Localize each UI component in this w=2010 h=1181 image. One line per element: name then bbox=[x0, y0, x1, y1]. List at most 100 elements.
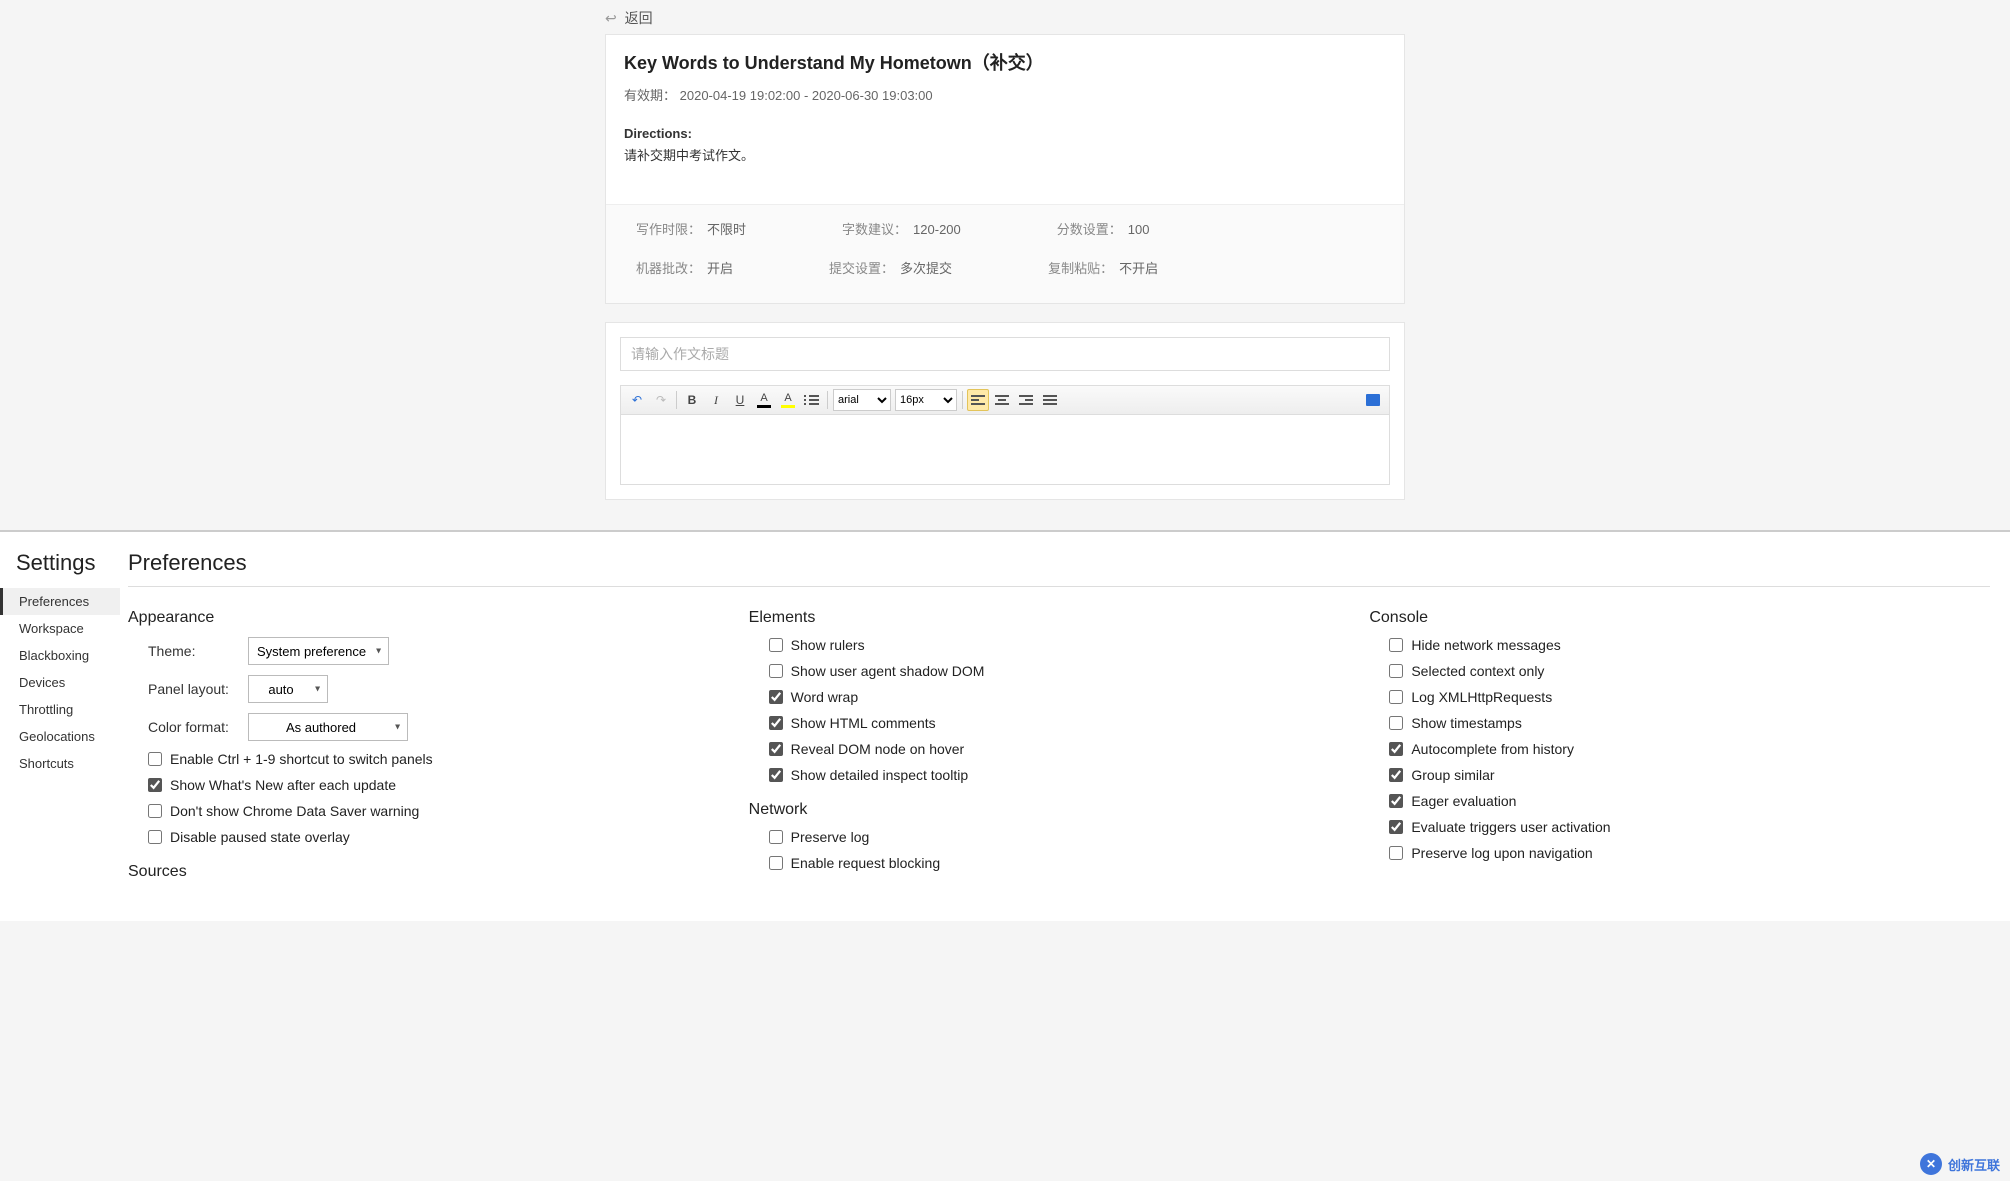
appearance-checkbox-label[interactable]: Disable paused state overlay bbox=[148, 829, 350, 845]
elements-row: Show HTML comments bbox=[769, 715, 1340, 731]
console-checkbox-text: Hide network messages bbox=[1411, 637, 1560, 653]
meta-item: 复制粘贴：不开启 bbox=[1048, 258, 1206, 287]
elements-checkbox[interactable] bbox=[769, 638, 783, 652]
align-right-button[interactable] bbox=[1015, 389, 1037, 411]
console-checkbox-label[interactable]: Show timestamps bbox=[1389, 715, 1521, 731]
console-checkbox[interactable] bbox=[1389, 664, 1403, 678]
fullscreen-button[interactable] bbox=[1362, 389, 1384, 411]
assignment-meta: 写作时限：不限时字数建议：120-200分数设置：100机器批改：开启提交设置：… bbox=[606, 204, 1404, 303]
meta-value: 多次提交 bbox=[900, 258, 952, 277]
meta-item: 写作时限：不限时 bbox=[636, 219, 794, 248]
elements-checkbox[interactable] bbox=[769, 664, 783, 678]
console-row: Autocomplete from history bbox=[1389, 741, 1960, 757]
appearance-row: Enable Ctrl + 1-9 shortcut to switch pan… bbox=[148, 751, 719, 767]
elements-checkbox-label[interactable]: Show user agent shadow DOM bbox=[769, 663, 985, 679]
align-justify-button[interactable] bbox=[1039, 389, 1061, 411]
console-checkbox-label[interactable]: Log XMLHttpRequests bbox=[1389, 689, 1552, 705]
elements-checkbox-label[interactable]: Show rulers bbox=[769, 637, 865, 653]
font-color-button[interactable]: A bbox=[753, 389, 775, 411]
console-checkbox-label[interactable]: Autocomplete from history bbox=[1389, 741, 1574, 757]
settings-nav-workspace[interactable]: Workspace bbox=[0, 615, 120, 642]
bold-button[interactable]: B bbox=[681, 389, 703, 411]
console-checkbox[interactable] bbox=[1389, 638, 1403, 652]
console-checkbox-label[interactable]: Hide network messages bbox=[1389, 637, 1560, 653]
settings-nav-geolocations[interactable]: Geolocations bbox=[0, 723, 120, 750]
color-format-select[interactable]: As authored bbox=[248, 713, 408, 741]
elements-checkbox[interactable] bbox=[769, 690, 783, 704]
appearance-checkbox[interactable] bbox=[148, 804, 162, 818]
console-checkbox[interactable] bbox=[1389, 742, 1403, 756]
network-checkbox[interactable] bbox=[769, 856, 783, 870]
elements-checkbox[interactable] bbox=[769, 716, 783, 730]
align-center-button[interactable] bbox=[991, 389, 1013, 411]
elements-row: Reveal DOM node on hover bbox=[769, 741, 1340, 757]
redo-button[interactable]: ↷ bbox=[650, 389, 672, 411]
directions-block: Directions: 请补交期中考试作文。 bbox=[606, 126, 1404, 204]
appearance-row: Show What's New after each update bbox=[148, 777, 719, 793]
network-checkbox[interactable] bbox=[769, 830, 783, 844]
watermark: ✕ 创新互联 bbox=[1920, 1153, 2000, 1175]
essay-title-input[interactable] bbox=[620, 337, 1390, 371]
align-left-button[interactable] bbox=[967, 389, 989, 411]
settings-nav-preferences[interactable]: Preferences bbox=[0, 588, 120, 615]
elements-checkbox-text: Show detailed inspect tooltip bbox=[791, 767, 968, 783]
appearance-checkbox[interactable] bbox=[148, 830, 162, 844]
theme-select[interactable]: System preference bbox=[248, 637, 389, 665]
elements-checkbox-label[interactable]: Reveal DOM node on hover bbox=[769, 741, 965, 757]
elements-checkbox-label[interactable]: Show detailed inspect tooltip bbox=[769, 767, 968, 783]
elements-checkbox[interactable] bbox=[769, 742, 783, 756]
console-checkbox-text: Evaluate triggers user activation bbox=[1411, 819, 1610, 835]
list-button[interactable] bbox=[801, 389, 823, 411]
section-sources: Sources bbox=[128, 863, 719, 881]
appearance-checkbox[interactable] bbox=[148, 778, 162, 792]
undo-button[interactable]: ↶ bbox=[626, 389, 648, 411]
appearance-checkbox[interactable] bbox=[148, 752, 162, 766]
console-checkbox[interactable] bbox=[1389, 716, 1403, 730]
settings-nav-shortcuts[interactable]: Shortcuts bbox=[0, 750, 120, 777]
network-checkbox-label[interactable]: Preserve log bbox=[769, 829, 870, 845]
console-checkbox-label[interactable]: Evaluate triggers user activation bbox=[1389, 819, 1610, 835]
elements-checkbox[interactable] bbox=[769, 768, 783, 782]
console-checkbox-label[interactable]: Preserve log upon navigation bbox=[1389, 845, 1592, 861]
back-button[interactable]: ↩ 返回 bbox=[605, 0, 1405, 34]
console-checkbox-text: Show timestamps bbox=[1411, 715, 1521, 731]
network-row: Enable request blocking bbox=[769, 855, 1340, 871]
appearance-checkbox-label[interactable]: Show What's New after each update bbox=[148, 777, 396, 793]
console-checkbox[interactable] bbox=[1389, 690, 1403, 704]
console-checkbox-label[interactable]: Selected context only bbox=[1389, 663, 1544, 679]
console-checkbox[interactable] bbox=[1389, 794, 1403, 808]
console-checkbox-label[interactable]: Eager evaluation bbox=[1389, 793, 1516, 809]
network-checkbox-label[interactable]: Enable request blocking bbox=[769, 855, 940, 871]
editor-body[interactable] bbox=[620, 415, 1390, 485]
color-format-label: Color format: bbox=[148, 719, 238, 735]
meta-label: 分数设置： bbox=[1057, 219, 1122, 238]
toolbar-separator bbox=[676, 391, 677, 409]
divider bbox=[128, 586, 1990, 587]
underline-button[interactable]: U bbox=[729, 389, 751, 411]
assignment-title: Key Words to Understand My Hometown（补交） bbox=[624, 49, 1386, 75]
font-size-select[interactable]: 16px bbox=[895, 389, 957, 411]
console-checkbox[interactable] bbox=[1389, 768, 1403, 782]
settings-nav-throttling[interactable]: Throttling bbox=[0, 696, 120, 723]
settings-nav-devices[interactable]: Devices bbox=[0, 669, 120, 696]
elements-checkbox-label[interactable]: Show HTML comments bbox=[769, 715, 936, 731]
panel-layout-select[interactable]: auto bbox=[248, 675, 328, 703]
console-checkbox[interactable] bbox=[1389, 846, 1403, 860]
editor-toolbar: ↶ ↷ B I U A A arial 16px bbox=[620, 385, 1390, 415]
console-checkbox-text: Log XMLHttpRequests bbox=[1411, 689, 1552, 705]
section-elements: Elements bbox=[749, 609, 1340, 627]
italic-button[interactable]: I bbox=[705, 389, 727, 411]
settings-nav-blackboxing[interactable]: Blackboxing bbox=[0, 642, 120, 669]
console-checkbox-text: Preserve log upon navigation bbox=[1411, 845, 1592, 861]
bg-color-button[interactable]: A bbox=[777, 389, 799, 411]
font-family-select[interactable]: arial bbox=[833, 389, 891, 411]
meta-label: 字数建议： bbox=[842, 219, 907, 238]
assignment-panel: ↩ 返回 Key Words to Understand My Hometown… bbox=[0, 0, 2010, 532]
settings-column-2: Elements Show rulers Show user agent shad… bbox=[749, 591, 1370, 891]
appearance-checkbox-label[interactable]: Don't show Chrome Data Saver warning bbox=[148, 803, 419, 819]
appearance-checkbox-label[interactable]: Enable Ctrl + 1-9 shortcut to switch pan… bbox=[148, 751, 433, 767]
settings-sidebar: Settings PreferencesWorkspaceBlackboxing… bbox=[0, 550, 120, 921]
console-checkbox-label[interactable]: Group similar bbox=[1389, 767, 1494, 783]
elements-checkbox-label[interactable]: Word wrap bbox=[769, 689, 858, 705]
console-checkbox[interactable] bbox=[1389, 820, 1403, 834]
